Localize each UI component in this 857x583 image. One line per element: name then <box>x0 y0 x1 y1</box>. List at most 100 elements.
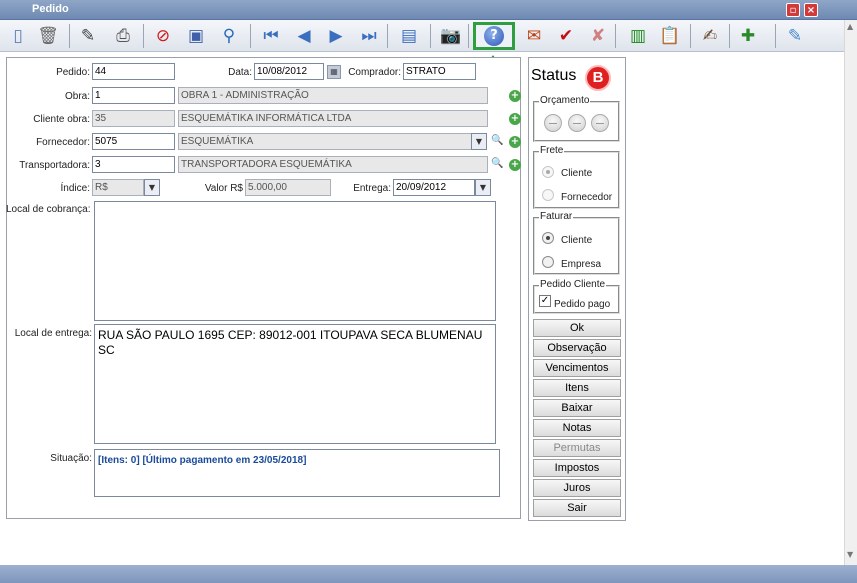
orcamento-indicator-3 <box>591 114 609 132</box>
notas-button[interactable]: Notas <box>533 419 621 437</box>
approve-button[interactable]: ✉ <box>521 23 547 49</box>
scroll-up-arrow[interactable]: ▲ <box>847 22 853 31</box>
new-document-button[interactable]: ▯ <box>5 23 31 49</box>
fornecedor-dropdown-arrow[interactable]: ▼ <box>471 133 487 150</box>
new-document-icon: ▯ <box>13 26 23 46</box>
faturar-cliente-label: Cliente <box>561 235 593 246</box>
approve-check-icon: ✔ <box>558 26 574 46</box>
entrega-label: Entrega: <box>353 183 391 194</box>
toolbar-separator <box>615 24 616 48</box>
local-entrega-textarea[interactable]: RUA SÃO PAULO 1695 CEP: 89012-001 ITOUPA… <box>94 324 496 444</box>
vencimentos-button[interactable]: Vencimentos <box>533 359 621 377</box>
approve-check-button[interactable]: ✔ <box>553 23 579 49</box>
impostos-button[interactable]: Impostos <box>533 459 621 477</box>
close-button[interactable]: × <box>804 3 818 17</box>
barcode-button[interactable]: ▥ <box>625 23 651 49</box>
indice-select[interactable]: R$ <box>92 179 144 196</box>
help-button[interactable]: ? <box>473 22 515 50</box>
toolbar-separator <box>430 24 431 48</box>
local-cobranca-label: Local de cobrança: <box>6 204 91 215</box>
printer-button[interactable]: ⎙ <box>110 23 136 49</box>
frete-cliente-radio[interactable] <box>542 166 554 178</box>
first-record-button[interactable]: ⏮ <box>258 23 284 49</box>
faturar-empresa-radio[interactable] <box>542 256 554 268</box>
edit-icon: ✎ <box>80 26 96 46</box>
approve-icon: ✉ <box>526 26 542 46</box>
toolbar-separator <box>387 24 388 48</box>
toolbar-separator <box>250 24 251 48</box>
scroll-down-arrow[interactable]: ▼ <box>847 550 853 559</box>
edit-button[interactable]: ✎ <box>75 23 101 49</box>
search-fornecedor-icon[interactable]: 🔍 <box>491 135 503 147</box>
tools-button[interactable]: ✎ <box>782 23 808 49</box>
first-record-icon: ⏮ <box>263 26 279 46</box>
calendar-icon[interactable]: ▦ <box>327 65 341 79</box>
printer-icon: ⎙ <box>116 26 130 46</box>
toolbar-separator <box>775 24 776 48</box>
sair-button[interactable]: Sair <box>533 499 621 517</box>
itens-button[interactable]: Itens <box>533 379 621 397</box>
window-title: Pedido <box>32 3 69 15</box>
data-input[interactable]: 10/08/2012 <box>254 63 324 80</box>
trash-button[interactable]: 🗑 <box>35 23 61 49</box>
search-button[interactable]: ⚲ <box>216 23 242 49</box>
entrega-select[interactable]: 20/09/2012 <box>393 179 475 196</box>
orcamento-indicator-1 <box>544 114 562 132</box>
juros-button[interactable]: Juros <box>533 479 621 497</box>
frete-fornecedor-radio[interactable] <box>542 189 554 201</box>
indice-label: Índice: <box>60 183 90 194</box>
cancel-button[interactable]: ⊘ <box>150 23 176 49</box>
last-record-button[interactable]: ⏭ <box>356 23 382 49</box>
frete-fornecedor-label: Fornecedor <box>561 192 613 203</box>
reject-button[interactable]: ✘ <box>585 23 611 49</box>
clipboard-icon: 📋 <box>659 26 681 46</box>
ok-button[interactable]: Ok <box>533 319 621 337</box>
next-record-button[interactable]: ▶ <box>323 23 349 49</box>
cliente-obra-name-field: ESQUEMÁTIKA INFORMÁTICA LTDA <box>178 110 488 127</box>
pedido-input[interactable]: 44 <box>92 63 175 80</box>
add-fornecedor-icon[interactable]: + <box>509 136 521 148</box>
comprador-input[interactable]: STRATO <box>403 63 476 80</box>
search-transportadora-icon[interactable]: 🔍 <box>491 158 503 170</box>
cliente-obra-label: Cliente obra: <box>33 114 90 125</box>
preview-button[interactable]: ▤ <box>396 23 422 49</box>
entrega-dropdown-arrow[interactable]: ▼ <box>475 179 491 196</box>
baixar-button[interactable]: Baixar <box>533 399 621 417</box>
local-cobranca-textarea[interactable] <box>94 201 496 321</box>
save-button[interactable]: ▣ <box>183 23 209 49</box>
obra-name-field: OBRA 1 - ADMINISTRAÇÃO <box>178 87 488 104</box>
clipboard-button[interactable]: 📋 <box>657 23 683 49</box>
permutas-button[interactable]: Permutas <box>533 439 621 457</box>
fornecedor-select[interactable]: ESQUEMÁTIKA <box>178 133 472 150</box>
obra-label: Obra: <box>64 91 90 102</box>
sign-button[interactable]: ✍ <box>697 23 723 49</box>
valor-field: 5.000,00 <box>245 179 331 196</box>
restore-button[interactable]: ▫ <box>786 3 800 17</box>
add-obra-icon[interactable]: + <box>509 90 521 102</box>
add-item-icon: ✚ <box>740 26 756 46</box>
frete-cliente-label: Cliente <box>561 168 593 179</box>
indice-dropdown-arrow[interactable]: ▼ <box>144 179 160 196</box>
search-icon: ⚲ <box>222 26 236 46</box>
add-transportadora-icon[interactable]: + <box>509 159 521 171</box>
fornecedor-label: Fornecedor: <box>36 137 90 148</box>
previous-record-button[interactable]: ◀ <box>291 23 317 49</box>
faturar-cliente-radio[interactable] <box>542 232 554 244</box>
add-cliente-obra-icon[interactable]: + <box>509 113 521 125</box>
situacao-field: [Itens: 0] [Último pagamento em 23/05/20… <box>94 449 500 497</box>
toolbar-separator <box>143 24 144 48</box>
window-titlebar: Pedido ▫ × <box>0 0 857 20</box>
pedido-label: Pedido: <box>56 67 90 78</box>
add-item-button[interactable]: ✚ <box>735 23 761 49</box>
transportadora-name-field: TRANSPORTADORA ESQUEMÁTIKA <box>178 156 488 173</box>
pedido-pago-checkbox[interactable]: ✓ <box>539 295 551 307</box>
transportadora-code-input[interactable]: 3 <box>92 156 175 173</box>
pedido-cliente-legend: Pedido Cliente <box>539 279 607 290</box>
obra-code-input[interactable]: 1 <box>92 87 175 104</box>
camera-icon: 📷 <box>440 26 462 46</box>
vertical-scrollbar[interactable]: ▲ ▼ <box>844 20 857 565</box>
camera-button[interactable]: 📷 <box>438 23 464 49</box>
observacao-button[interactable]: Observação <box>533 339 621 357</box>
faturar-legend: Faturar <box>539 211 574 222</box>
fornecedor-code-input[interactable]: 5075 <box>92 133 175 150</box>
